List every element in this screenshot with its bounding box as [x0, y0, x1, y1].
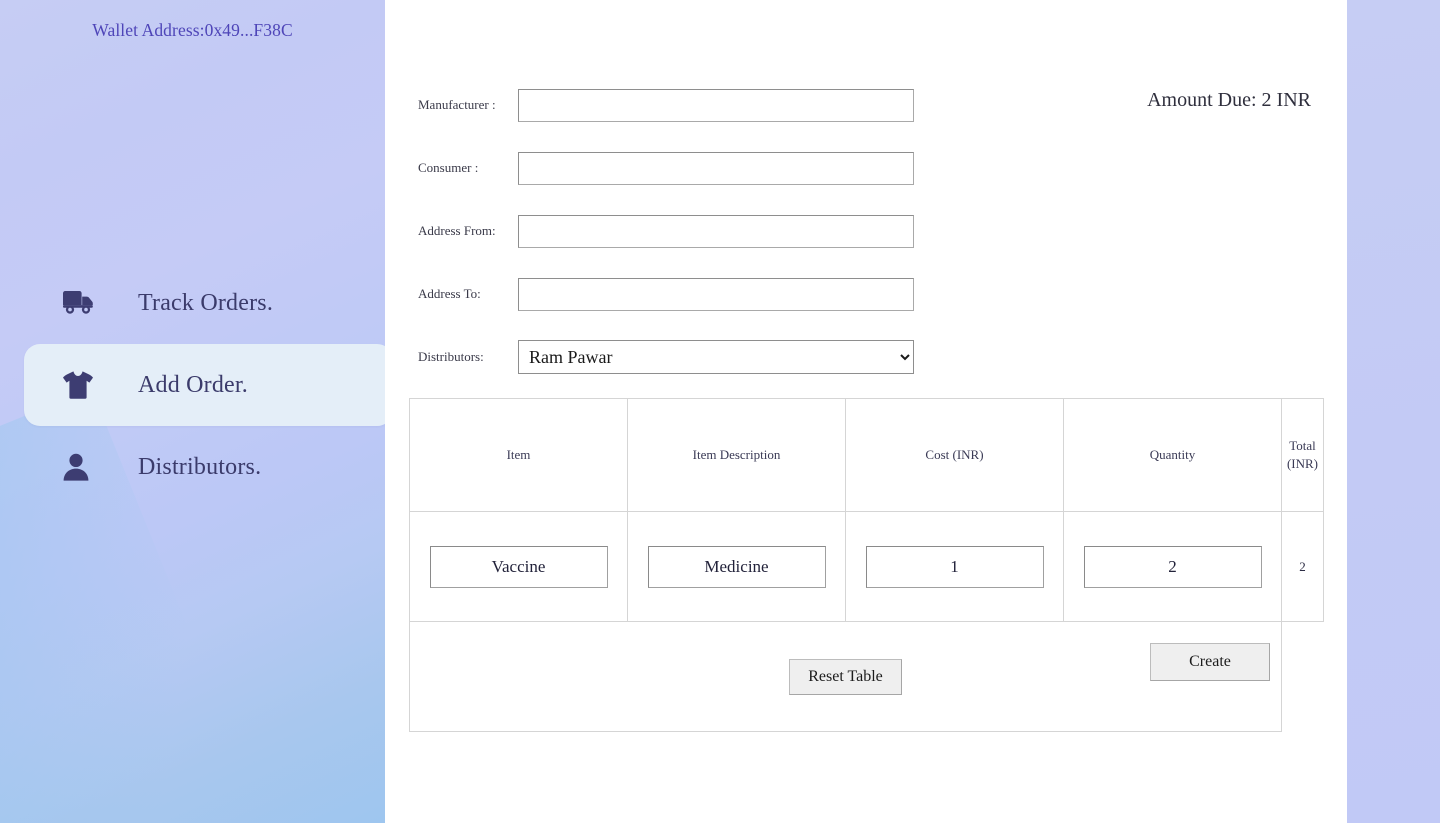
column-header-item: Item: [409, 398, 628, 512]
cell-description: [627, 511, 846, 622]
sidebar: Wallet Address:0x49...F38C Track Orders.: [0, 0, 385, 823]
item-input[interactable]: [429, 545, 608, 588]
field-row-address-from: Address From:: [418, 214, 948, 248]
create-button[interactable]: Create: [1150, 643, 1270, 681]
address-from-label: Address From:: [418, 223, 496, 238]
wallet-address-label: Wallet Address:0x49...F38C: [92, 20, 293, 40]
cell-item: [409, 511, 628, 622]
tshirt-icon: [62, 370, 102, 400]
truck-icon: [62, 290, 102, 316]
manufacturer-label: Manufacturer :: [418, 97, 496, 112]
address-to-label: Address To:: [418, 286, 481, 301]
sidebar-nav: Track Orders. Add Order. Distributors.: [0, 262, 385, 508]
order-items-table: Item Item Description Cost (INR) Quantit…: [409, 398, 1324, 732]
page-background-right: [1347, 0, 1440, 823]
reset-table-button[interactable]: Reset Table: [789, 658, 902, 695]
table-row: 2: [409, 511, 1324, 622]
person-icon: [62, 452, 102, 482]
sidebar-item-label: Track Orders.: [138, 289, 274, 316]
cell-quantity: [1063, 511, 1282, 622]
sidebar-item-distributors[interactable]: Distributors.: [24, 426, 385, 508]
sidebar-item-label: Distributors.: [138, 453, 262, 480]
address-from-input[interactable]: [518, 214, 914, 248]
manufacturer-input[interactable]: [518, 88, 914, 122]
item-description-input[interactable]: [647, 545, 826, 588]
field-row-address-to: Address To:: [418, 277, 948, 311]
consumer-label: Consumer :: [418, 160, 479, 175]
field-row-manufacturer: Manufacturer :: [418, 88, 948, 122]
main-panel: Manufacturer : Consumer : Address From: …: [385, 7, 1347, 823]
distributors-select[interactable]: Ram Pawar: [518, 340, 914, 374]
empty-cell: [1282, 622, 1324, 732]
consumer-input[interactable]: [518, 151, 914, 185]
cell-total: 2: [1281, 511, 1324, 622]
distributors-label: Distributors:: [418, 349, 484, 364]
address-to-input[interactable]: [518, 277, 914, 311]
column-header-description: Item Description: [627, 398, 846, 512]
quantity-input[interactable]: [1083, 545, 1262, 588]
column-header-quantity: Quantity: [1063, 398, 1282, 512]
sidebar-item-track-orders[interactable]: Track Orders.: [24, 262, 385, 344]
amount-due-label: Amount Due: 2 INR: [1147, 89, 1311, 111]
table-header: Item Item Description Cost (INR) Quantit…: [409, 398, 1324, 512]
column-header-total: Total (INR): [1281, 398, 1324, 512]
table-body: 2 Reset Table: [409, 511, 1324, 732]
cost-input[interactable]: [865, 545, 1044, 588]
sidebar-item-label: Add Order.: [138, 371, 248, 398]
sidebar-item-add-order[interactable]: Add Order.: [24, 344, 385, 426]
field-row-consumer: Consumer :: [418, 151, 948, 185]
table-header-row: Item Item Description Cost (INR) Quantit…: [409, 398, 1324, 512]
cell-cost: [845, 511, 1064, 622]
column-header-cost: Cost (INR): [845, 398, 1064, 512]
field-row-distributors: Distributors: Ram Pawar: [418, 340, 948, 374]
